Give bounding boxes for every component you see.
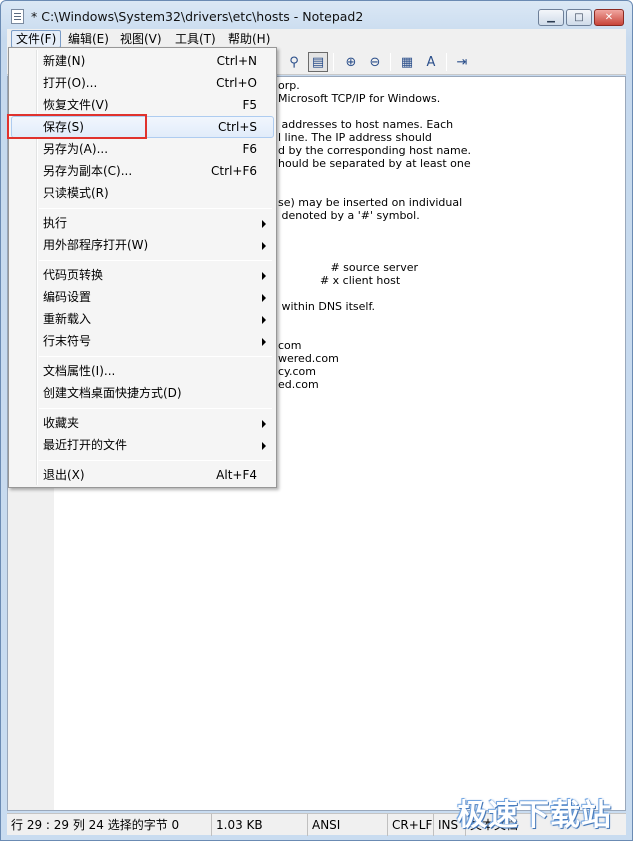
menu-separator [39,460,272,461]
menu-help[interactable]: 帮助(H) [224,30,274,48]
exit-icon[interactable]: ⇥ [452,52,472,72]
code-line: com [278,339,302,352]
menu-open-with[interactable]: 用外部程序打开(W) [11,234,274,256]
code-line: Microsoft TCP/IP for Windows. [278,92,441,105]
menu-item-label: 恢复文件(V) [43,98,109,112]
menu-exit[interactable]: 退出(X) Alt+F4 [11,464,274,486]
find-icon[interactable]: ⚲ [284,52,304,72]
menu-item-shortcut: Alt+F4 [216,468,257,482]
code-line: wered.com [278,352,339,365]
code-line: l line. The IP address should [278,131,432,144]
menu-item-label: 创建文档桌面快捷方式(D) [43,386,182,400]
close-button[interactable]: ✕ [594,9,624,26]
menu-execute[interactable]: 执行 [11,212,274,234]
submenu-arrow-icon [262,420,266,428]
status-position: 行 29 : 29 列 24 选择的字节 0 [7,814,212,836]
menu-item-label: 行末符号 [43,334,92,348]
menu-recent-files[interactable]: 最近打开的文件 [11,434,274,456]
code-line: # source server [278,261,419,274]
menu-item-shortcut: Ctrl+F6 [211,164,257,178]
menu-line-endings[interactable]: 行末符号 [11,330,274,352]
menu-item-label: 打开(O)... [43,76,98,90]
menu-revert[interactable]: 恢复文件(V) F5 [11,94,274,116]
menu-item-label: 最近打开的文件 [43,438,128,452]
code-line: denoted by a '#' symbol. [278,209,420,222]
menu-item-shortcut: F5 [242,98,257,112]
menu-item-label: 只读模式(R) [43,186,109,200]
submenu-arrow-icon [262,242,266,250]
code-line: se) may be inserted on individual [278,196,463,209]
notepad-icon [11,9,24,24]
menu-item-label: 重新载入 [43,312,92,326]
menu-open[interactable]: 打开(O)... Ctrl+O [11,72,274,94]
menu-encoding[interactable]: 编码设置 [11,286,274,308]
watermark-logo: 极速下载站 [457,798,612,833]
submenu-arrow-icon [262,294,266,302]
menu-view[interactable]: 视图(V) [116,30,166,48]
title-bar[interactable]: * C:\Windows\System32\drivers\etc\hosts … [1,1,632,31]
toolbar-separator [446,53,447,71]
code-line: hould be separated by at least one [278,157,471,170]
menu-item-label: 用外部程序打开(W) [43,238,149,252]
font-icon[interactable]: A [421,52,441,72]
menu-item-shortcut: F6 [242,142,257,156]
menu-item-label: 编码设置 [43,290,92,304]
minimize-button[interactable]: ▁ [538,9,564,26]
menu-reload[interactable]: 重新载入 [11,308,274,330]
menu-item-label: 另存为(A)... [43,142,109,156]
menu-separator [39,408,272,409]
submenu-arrow-icon [262,338,266,346]
menu-tools[interactable]: 工具(T) [171,30,220,48]
status-line-ending[interactable]: CR+LF [388,814,434,836]
code-line: # x client host [278,274,401,287]
menu-separator [39,260,272,261]
menu-item-shortcut: Ctrl+S [217,120,257,134]
menu-save-as[interactable]: 另存为(A)... F6 [11,138,274,160]
zoom-out-icon[interactable]: ⊖ [365,52,385,72]
submenu-arrow-icon [262,442,266,450]
toolbar-separator [390,53,391,71]
menu-bar: 文件(F) 编辑(E) 视图(V) 工具(T) 帮助(H) [7,29,626,49]
status-size: 1.03 KB [212,814,308,836]
toolbar-separator [333,53,334,71]
menu-item-label: 执行 [43,216,68,230]
submenu-arrow-icon [262,220,266,228]
menu-item-shortcut: Ctrl+O [216,76,257,90]
window-title: * C:\Windows\System32\drivers\etc\hosts … [31,9,364,24]
scheme-icon[interactable]: ▦ [397,52,417,72]
menu-read-only[interactable]: 只读模式(R) [11,182,274,204]
menu-codepage[interactable]: 代码页转换 [11,264,274,286]
menu-create-shortcut[interactable]: 创建文档桌面快捷方式(D) [11,382,274,404]
status-encoding[interactable]: ANSI [308,814,388,836]
code-line: cy.com [278,365,316,378]
menu-new[interactable]: 新建(N) Ctrl+N [11,50,274,72]
menu-properties[interactable]: 文档属性(I)... [11,360,274,382]
submenu-arrow-icon [262,316,266,324]
save-highlight-box [7,114,147,139]
menu-item-shortcut: Ctrl+N [216,54,257,68]
menu-file[interactable]: 文件(F) [11,30,62,48]
code-line: d by the corresponding host name. [278,144,472,157]
menu-item-label: 另存为副本(C)... [43,164,133,178]
code-line: orp. [278,79,300,92]
caption-buttons: ▁ □ ✕ [536,9,624,26]
menu-item-label: 收藏夹 [43,416,80,430]
word-wrap-icon[interactable]: ▤ [308,52,328,72]
maximize-button[interactable]: □ [566,9,592,26]
menu-item-label: 新建(N) [43,54,86,68]
menu-item-label: 文档属性(I)... [43,364,116,378]
menu-item-label: 退出(X) [43,468,85,482]
menu-favorites[interactable]: 收藏夹 [11,412,274,434]
code-line: ed.com [278,378,319,391]
menu-save-copy[interactable]: 另存为副本(C)... Ctrl+F6 [11,160,274,182]
zoom-in-icon[interactable]: ⊕ [341,52,361,72]
menu-separator [39,356,272,357]
code-line: addresses to host names. Each [278,118,454,131]
code-line: within DNS itself. [278,300,376,313]
menu-edit[interactable]: 编辑(E) [64,30,113,48]
submenu-arrow-icon [262,272,266,280]
menu-item-label: 代码页转换 [43,268,104,282]
menu-separator [39,208,272,209]
